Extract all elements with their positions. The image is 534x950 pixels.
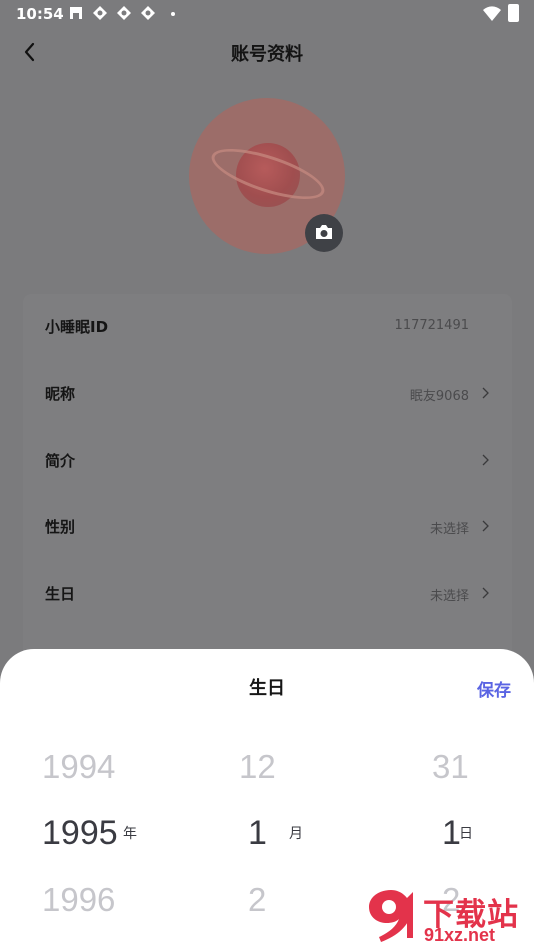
row-label: 昵称 xyxy=(45,385,76,403)
sync-icon xyxy=(117,6,131,20)
chevron-right-icon xyxy=(482,454,489,466)
row-bio[interactable]: 简介 xyxy=(23,428,512,494)
status-bar: 10:54 xyxy=(0,0,534,28)
header: 账号资料 xyxy=(0,28,534,76)
watermark-url: 91xz.net xyxy=(424,925,496,945)
day-prev[interactable]: 31 xyxy=(432,748,469,786)
wifi-icon xyxy=(483,6,501,21)
month-selected[interactable]: 1 xyxy=(248,814,267,853)
page-title: 账号资料 xyxy=(231,44,303,65)
dot-icon xyxy=(171,12,175,16)
year-next[interactable]: 1996 xyxy=(42,881,115,919)
row-gender[interactable]: 性别 未选择 xyxy=(23,494,512,560)
year-unit: 年 xyxy=(123,826,137,842)
row-value: 未选择 xyxy=(429,522,469,537)
notification-icon xyxy=(70,7,82,19)
status-notification-icons xyxy=(68,5,156,21)
row-user-id: 小睡眠ID 117721491 xyxy=(23,294,512,360)
row-value: 未选择 xyxy=(429,589,469,604)
row-value: 117721491 xyxy=(394,318,469,333)
watermark-logo: 下载站 91xz.net xyxy=(360,885,532,947)
row-label: 性别 xyxy=(45,518,76,536)
row-label: 简介 xyxy=(45,452,76,470)
month-unit: 月 xyxy=(289,826,303,842)
day-unit: 日 xyxy=(459,826,473,842)
watermark-91-icon xyxy=(369,890,413,942)
row-label: 生日 xyxy=(45,585,76,603)
chevron-right-icon xyxy=(482,387,489,399)
month-next[interactable]: 2 xyxy=(248,881,266,919)
chevron-right-icon xyxy=(482,587,489,599)
sync-icon xyxy=(141,6,155,20)
chevron-right-icon xyxy=(482,520,489,532)
year-selected[interactable]: 1995 xyxy=(42,814,118,853)
month-prev[interactable]: 12 xyxy=(239,748,276,786)
battery-icon xyxy=(508,4,519,22)
sync-icon xyxy=(93,6,107,20)
year-prev[interactable]: 1994 xyxy=(42,748,115,786)
row-birthday[interactable]: 生日 未选择 xyxy=(23,561,512,627)
month-picker[interactable]: 12 1 月 2 xyxy=(178,649,356,950)
camera-icon xyxy=(316,225,332,239)
status-time: 10:54 xyxy=(16,5,64,23)
account-profile-page: 10:54 账号资料 小睡眠ID 117721491 昵称 眠友9068 简介 … xyxy=(0,0,534,950)
row-nickname[interactable]: 昵称 眠友9068 xyxy=(23,361,512,427)
year-picker[interactable]: 1994 1995 年 1996 xyxy=(0,649,178,950)
change-avatar-button[interactable] xyxy=(305,214,343,252)
row-value: 眠友9068 xyxy=(409,389,469,404)
row-label: 小睡眠ID xyxy=(45,318,109,336)
